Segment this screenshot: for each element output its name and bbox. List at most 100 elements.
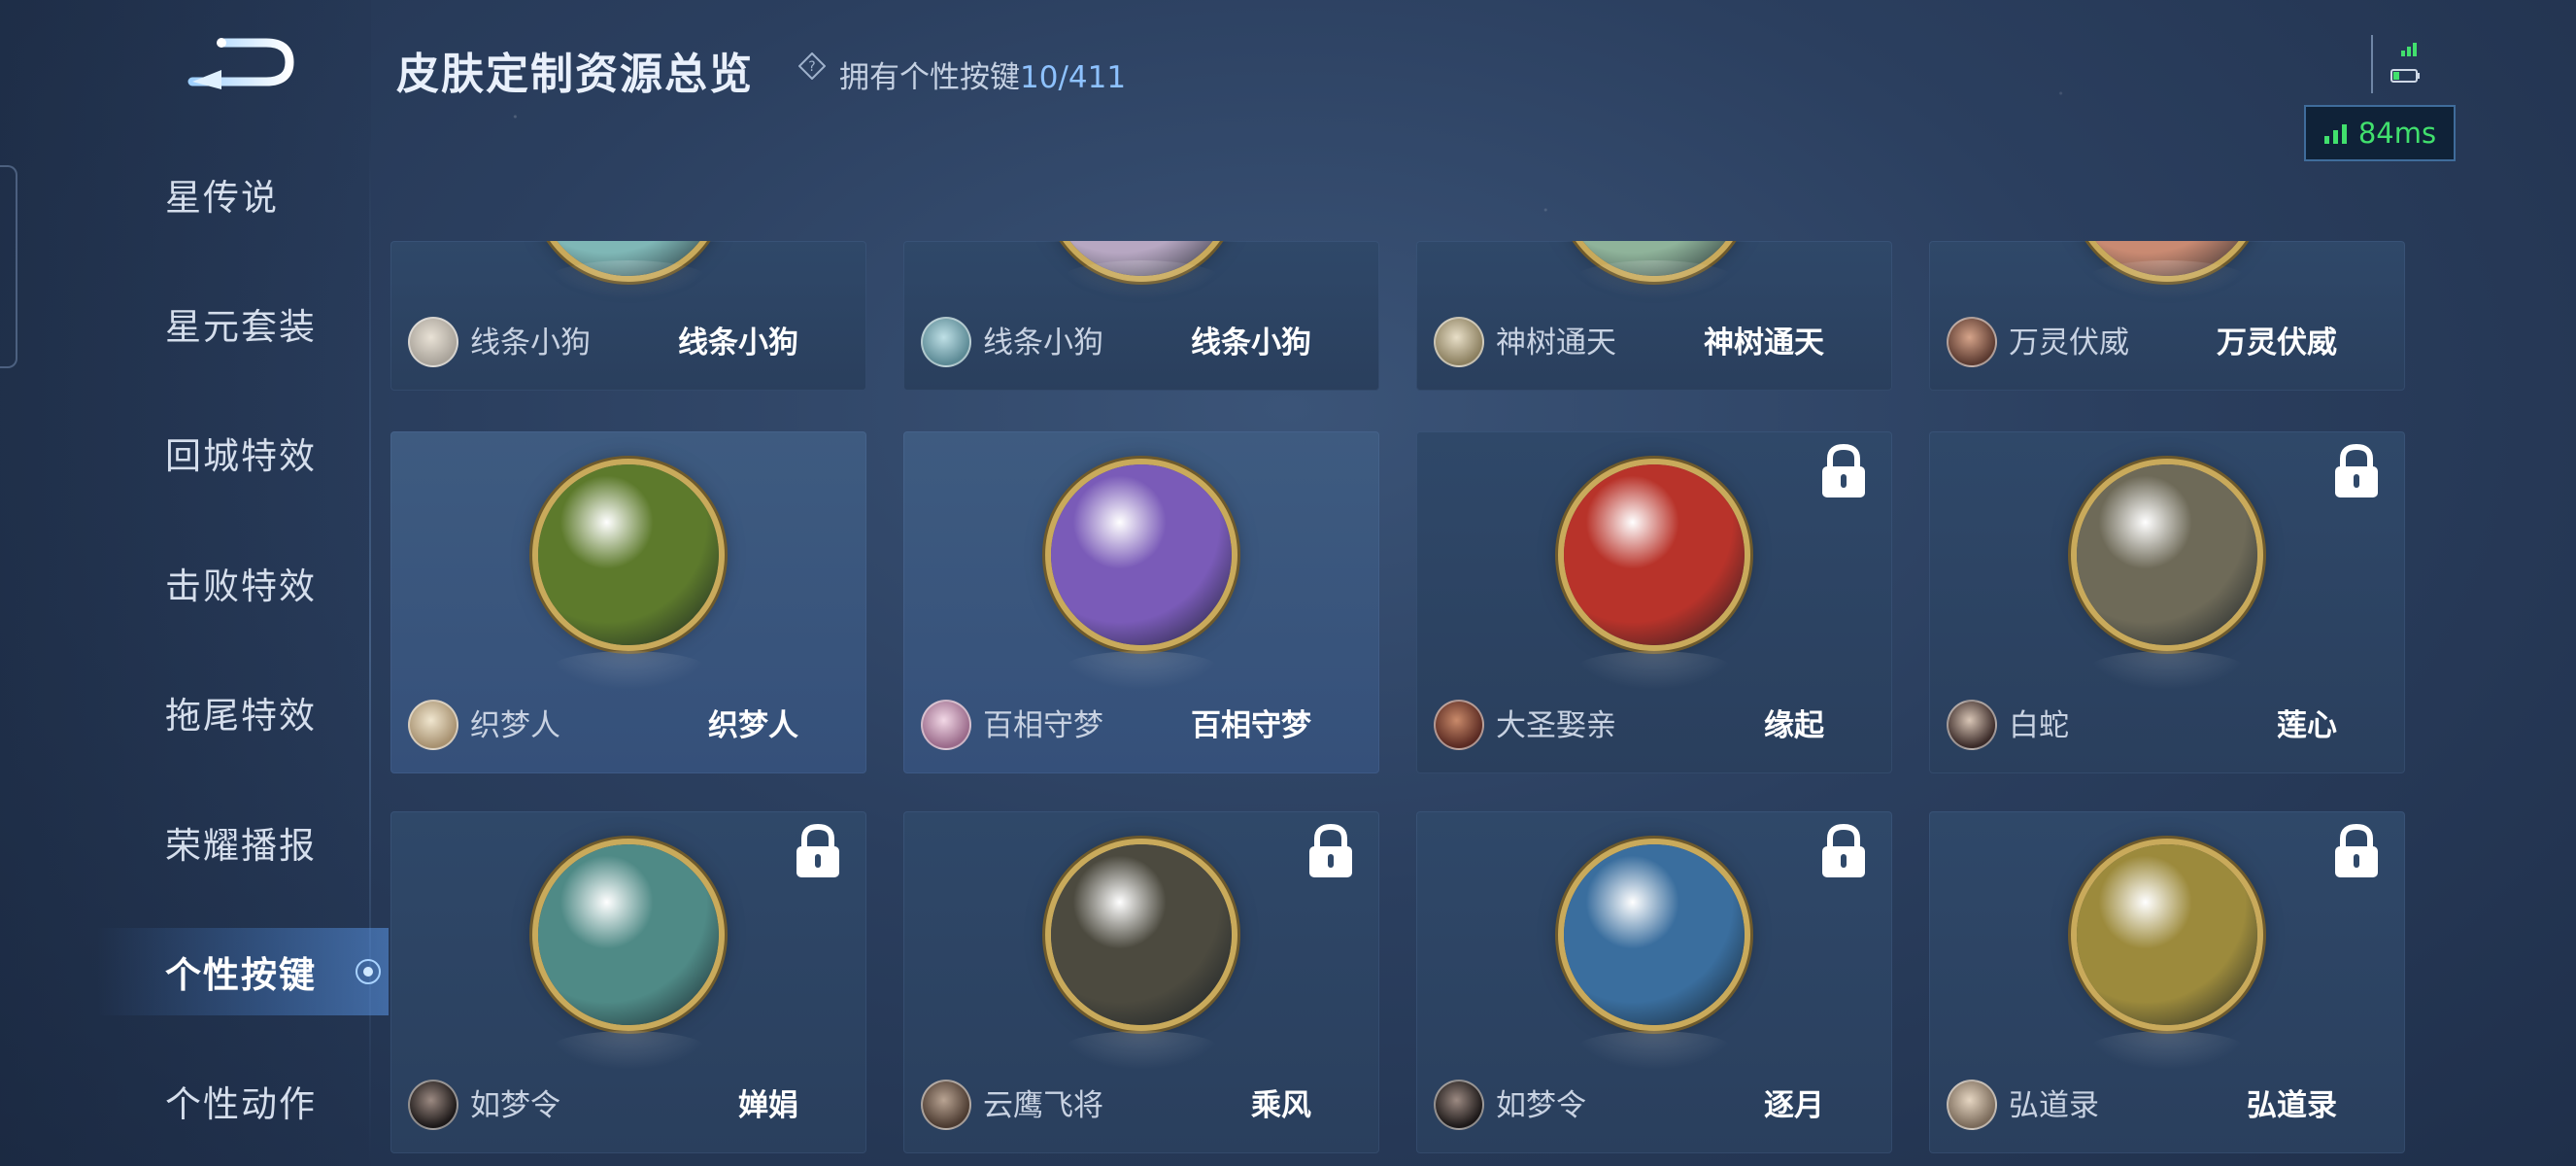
signal-strength-icon <box>2323 124 2347 144</box>
owned-count-text: 拥有个性按键10/411 <box>839 52 1126 96</box>
skin-card[interactable]: 云鹰飞将 乘风 <box>903 811 1379 1153</box>
skin-name: 神树通天 <box>1704 326 1824 360</box>
edge-pull-tab[interactable] <box>0 165 17 368</box>
skin-button-orb <box>2077 464 2257 645</box>
skin-button-orb <box>1564 464 1745 645</box>
help-icon[interactable]: ? <box>798 52 826 80</box>
skin-name: 逐月 <box>1764 1088 1824 1123</box>
skin-card[interactable]: 织梦人 织梦人 <box>390 431 866 773</box>
page-title: 皮肤定制资源总览 <box>396 50 754 99</box>
hero-avatar <box>921 1080 971 1130</box>
orb-reflection <box>2086 1031 2248 1070</box>
skin-name: 万灵伏威 <box>2217 326 2337 360</box>
orb-reflection <box>2086 260 2248 299</box>
orb-reflection <box>548 1031 709 1070</box>
lock-icon <box>797 823 839 877</box>
hero-name: 织梦人 <box>470 708 560 743</box>
orb-reflection <box>1574 260 1735 299</box>
sidebar-item-custom-buttons[interactable]: 个性按键 <box>97 928 389 1015</box>
orb-reflection <box>1061 260 1222 299</box>
orb-reflection <box>1061 1031 1222 1070</box>
skin-card[interactable]: 线条小狗 线条小狗 <box>390 241 866 391</box>
skin-button-orb <box>1051 464 1232 645</box>
lock-icon <box>1822 443 1865 497</box>
sidebar-item-trail-effect[interactable]: 拖尾特效 <box>97 669 389 756</box>
hero-avatar <box>921 317 971 367</box>
hero-avatar <box>1947 1080 1997 1130</box>
sidebar-item-star-suit[interactable]: 星元套装 <box>97 280 389 367</box>
owned-count: 10/411 <box>1020 60 1127 95</box>
hero-name: 线条小狗 <box>470 326 591 360</box>
skin-button-orb <box>1051 844 1232 1025</box>
skin-button-orb <box>1564 844 1745 1025</box>
skin-card[interactable]: 神树通天 神树通天 <box>1416 241 1892 391</box>
owned-label: 拥有个性按键 <box>839 60 1020 95</box>
skin-name: 织梦人 <box>708 708 798 743</box>
sidebar-item-recall-effect[interactable]: 回城特效 <box>97 409 389 497</box>
sidebar-item-custom-actions[interactable]: 个性动作 <box>97 1057 389 1145</box>
hero-avatar <box>1947 700 1997 750</box>
skin-name: 婵娟 <box>738 1088 798 1123</box>
skin-card[interactable]: 线条小狗 线条小狗 <box>903 241 1379 391</box>
hero-avatar <box>1434 1080 1484 1130</box>
sidebar-item-star-legend[interactable]: 星传说 <box>97 151 389 238</box>
hero-name: 神树通天 <box>1496 326 1616 360</box>
active-indicator-dot <box>356 959 381 984</box>
skin-card[interactable]: 白蛇 莲心 <box>1929 431 2405 773</box>
sidebar-item-label: 个性动作 <box>165 1083 317 1125</box>
hero-name: 线条小狗 <box>983 326 1103 360</box>
orb-reflection <box>1574 651 1735 690</box>
sidebar-item-kill-effect[interactable]: 击败特效 <box>97 539 389 627</box>
hero-avatar <box>408 700 458 750</box>
hero-name: 如梦令 <box>470 1088 560 1123</box>
sidebar-item-label: 星元套装 <box>165 306 317 348</box>
skin-name: 莲心 <box>2277 708 2337 743</box>
skin-card[interactable]: 如梦令 逐月 <box>1416 811 1892 1153</box>
lock-icon <box>2335 443 2378 497</box>
signal-battery-icon <box>2371 35 2420 93</box>
skin-button-orb <box>538 464 719 645</box>
hero-name: 大圣娶亲 <box>1496 708 1616 743</box>
lock-icon <box>2335 823 2378 877</box>
skin-name: 弘道录 <box>2247 1088 2337 1123</box>
hero-avatar <box>408 1080 458 1130</box>
ping-value: 84ms <box>2357 117 2437 150</box>
hero-avatar <box>1434 317 1484 367</box>
skin-card[interactable]: 弘道录 弘道录 <box>1929 811 2405 1153</box>
skin-button-orb <box>538 844 719 1025</box>
hero-avatar <box>408 317 458 367</box>
sidebar-item-glory-broadcast[interactable]: 荣耀播报 <box>97 799 389 886</box>
sidebar-item-label: 回城特效 <box>165 435 317 477</box>
skin-card[interactable]: 万灵伏威 万灵伏威 <box>1929 241 2405 391</box>
sidebar-item-label: 个性按键 <box>165 954 317 996</box>
back-arrow-icon <box>187 38 294 89</box>
hero-name: 弘道录 <box>2009 1088 2099 1123</box>
skin-card[interactable]: 大圣娶亲 缘起 <box>1416 431 1892 773</box>
skin-name: 线条小狗 <box>678 326 798 360</box>
network-status: 84ms <box>2304 105 2456 161</box>
skin-name: 百相守梦 <box>1191 708 1311 743</box>
skin-name: 线条小狗 <box>1191 326 1311 360</box>
back-button[interactable] <box>183 31 299 91</box>
skin-card[interactable]: 百相守梦 百相守梦 <box>903 431 1379 773</box>
skin-card[interactable]: 如梦令 婵娟 <box>390 811 866 1153</box>
orb-reflection <box>1574 1031 1735 1070</box>
hero-name: 如梦令 <box>1496 1088 1586 1123</box>
lock-icon <box>1309 823 1352 877</box>
skin-name: 乘风 <box>1251 1088 1311 1123</box>
sidebar-item-label: 击败特效 <box>165 566 317 607</box>
svg-text:?: ? <box>808 59 815 75</box>
sidebar-item-label: 星传说 <box>165 177 279 219</box>
sidebar-item-label: 拖尾特效 <box>165 695 317 737</box>
sidebar-item-label: 荣耀播报 <box>165 825 317 867</box>
hero-name: 万灵伏威 <box>2009 326 2129 360</box>
orb-reflection <box>548 651 709 690</box>
hero-name: 白蛇 <box>2009 708 2069 743</box>
orb-reflection <box>1061 651 1222 690</box>
hero-avatar <box>1947 317 1997 367</box>
orb-reflection <box>548 260 709 299</box>
lock-icon <box>1822 823 1865 877</box>
hero-name: 云鹰飞将 <box>983 1088 1103 1123</box>
hero-name: 百相守梦 <box>983 708 1103 743</box>
orb-reflection <box>2086 651 2248 690</box>
